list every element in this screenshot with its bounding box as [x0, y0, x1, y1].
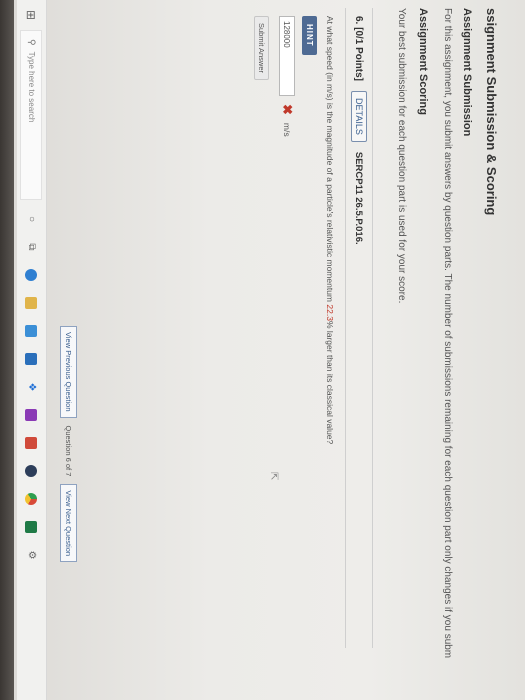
file-explorer-icon[interactable]	[23, 294, 41, 312]
assignment-page: ssignment Submission & Scoring Assignmen…	[45, 0, 505, 700]
page-title: ssignment Submission & Scoring	[484, 8, 499, 216]
answer-input[interactable]	[279, 16, 295, 96]
dropbox-icon[interactable]: ❖	[23, 378, 41, 396]
question-number: 6. [0/1 Points]	[353, 16, 365, 82]
scoring-text: Your best submission for each question p…	[396, 8, 407, 304]
excel-icon[interactable]	[23, 518, 41, 536]
submit-answer-button[interactable]: Submit Answer	[254, 16, 269, 81]
answer-unit: m/s	[282, 122, 292, 137]
prompt-text-before: At what speed (in m/s) is the magnitude …	[325, 16, 335, 305]
next-question-button[interactable]: View Next Question	[60, 484, 77, 563]
monitor-bezel	[0, 0, 14, 700]
submission-text: For this assignment, you submit answers …	[442, 8, 453, 659]
hint-button[interactable]: HINT	[302, 16, 317, 55]
scoring-heading: Assignment Scoring	[417, 8, 429, 115]
app-icon[interactable]	[23, 434, 41, 452]
details-button[interactable]: DETAILS	[351, 91, 367, 142]
taskbar-search-placeholder: Type here to search	[27, 51, 36, 123]
search-icon: ⚲	[27, 39, 37, 46]
onenote-icon[interactable]	[23, 406, 41, 424]
mail-icon[interactable]	[23, 350, 41, 368]
question-counter: Question 6 of 7	[64, 425, 73, 477]
question-header: 6. [0/1 Points] DETAILS SERCP11 26.5.P.0…	[345, 8, 373, 648]
task-view-icon[interactable]: ⧉	[23, 238, 41, 256]
screen: ssignment Submission & Scoring Assignmen…	[0, 0, 525, 700]
settings-icon[interactable]: ⚙	[23, 546, 41, 564]
question-code: SERCP11 26.5.P.016.	[353, 151, 365, 245]
taskbar-search-box[interactable]: ⚲ Type here to search	[20, 30, 43, 200]
store-icon[interactable]	[23, 322, 41, 340]
submission-heading: Assignment Submission	[461, 8, 473, 137]
rotated-screen-content: ssignment Submission & Scoring Assignmen…	[0, 0, 505, 700]
edge-icon[interactable]	[23, 266, 41, 284]
windows-taskbar: ⊞ ⚲ Type here to search ○ ⧉ ❖ ⚙	[17, 0, 47, 700]
cortana-icon[interactable]: ○	[23, 210, 41, 228]
prompt-highlight-value: 22.3	[325, 304, 335, 321]
steam-icon[interactable]	[23, 462, 41, 480]
mouse-cursor-icon: ⇱	[268, 472, 279, 481]
windows-icon[interactable]: ⊞	[25, 4, 39, 26]
chrome-icon[interactable]	[23, 490, 41, 508]
question-prompt: At what speed (in m/s) is the magnitude …	[325, 16, 335, 444]
previous-question-button[interactable]: View Previous Question	[60, 326, 77, 418]
incorrect-icon: ✖	[280, 104, 295, 115]
question-navigation: View Previous Question Question 6 of 7 V…	[60, 326, 77, 563]
prompt-text-after: % larger than its classical value?	[325, 320, 335, 445]
answer-row: ✖ m/s	[279, 16, 295, 137]
